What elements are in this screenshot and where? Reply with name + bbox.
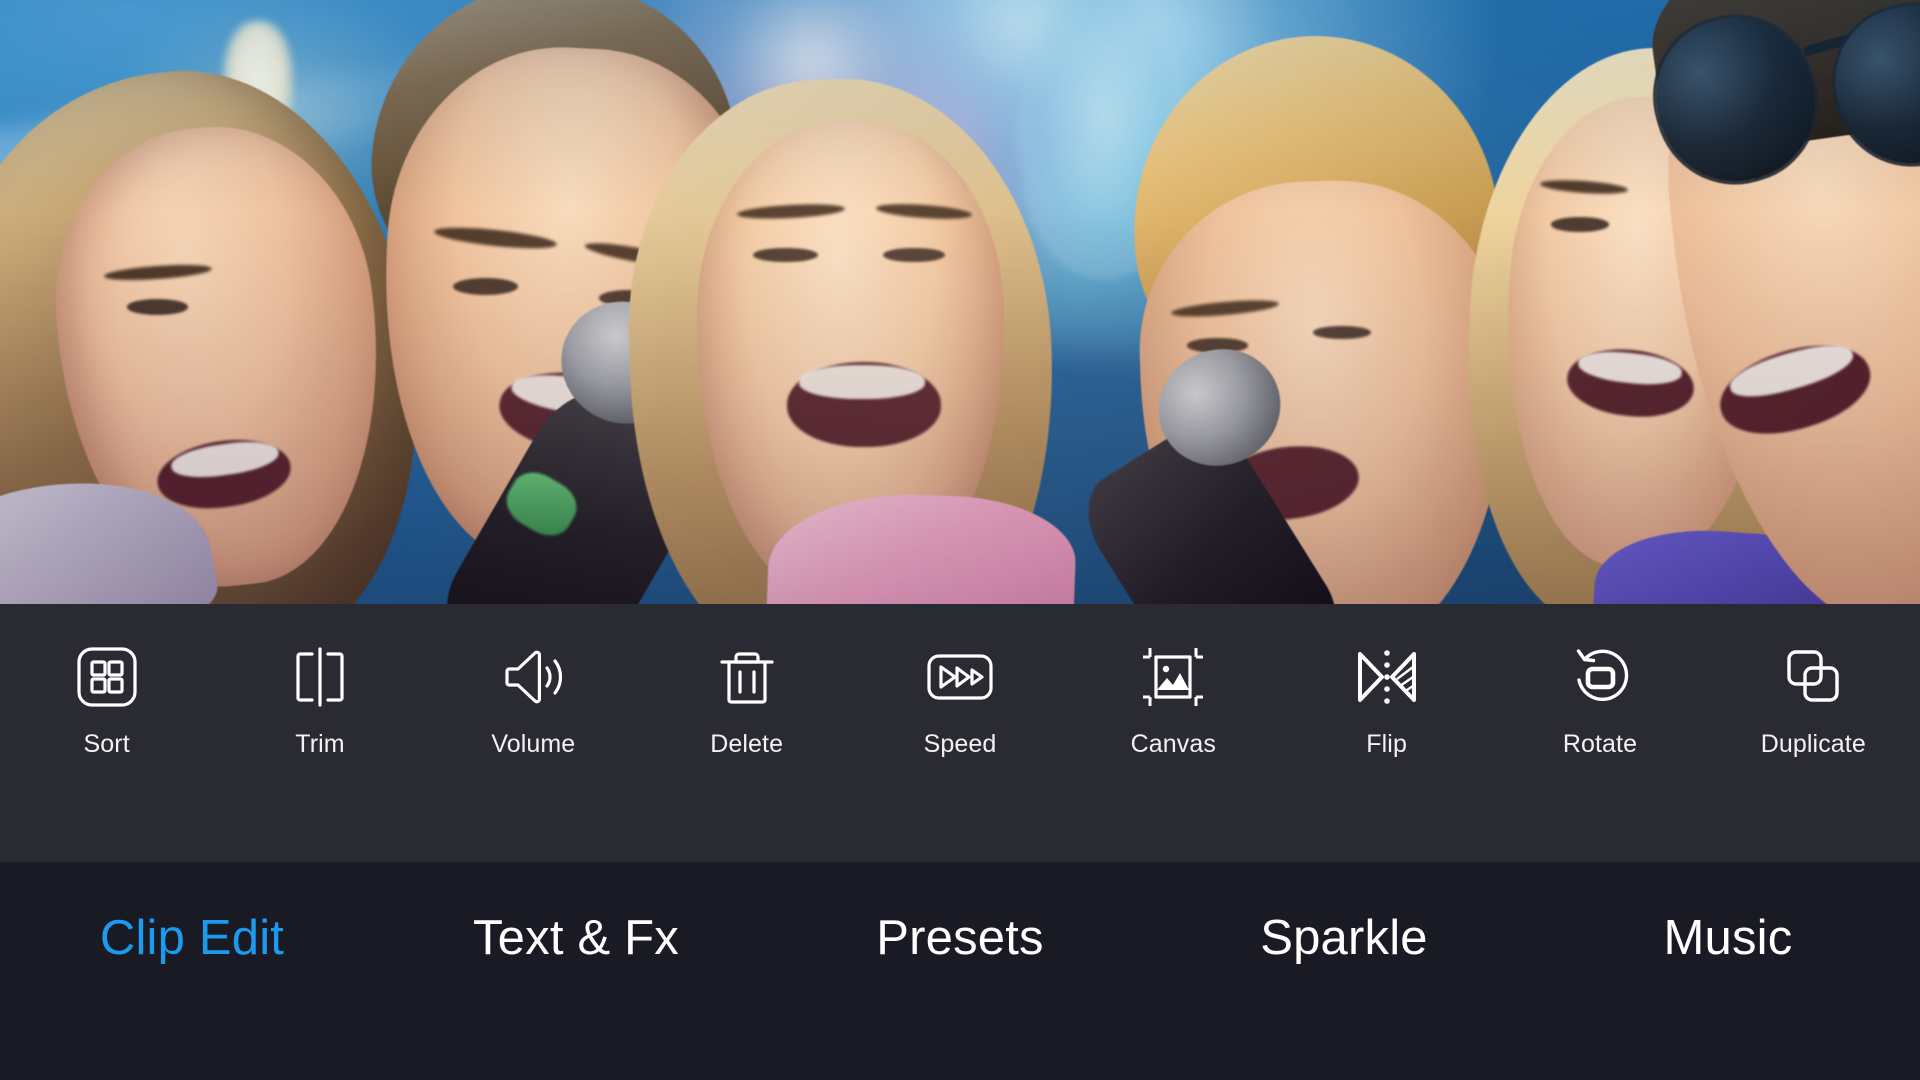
- rotate-ccw-icon: [1563, 640, 1637, 714]
- grid-squares-icon: [70, 640, 144, 714]
- tool-label-duplicate: Duplicate: [1760, 730, 1866, 758]
- tool-label-volume: Volume: [491, 730, 576, 758]
- tool-flip[interactable]: Flip: [1280, 604, 1493, 862]
- tool-rotate[interactable]: Rotate: [1493, 604, 1706, 862]
- person3-eye-left: [752, 247, 818, 263]
- tool-label-trim: Trim: [295, 730, 345, 758]
- tool-speed[interactable]: Speed: [853, 604, 1066, 862]
- tool-duplicate[interactable]: Duplicate: [1707, 604, 1920, 862]
- trash-icon: [710, 640, 784, 714]
- copy-squares-icon: [1776, 640, 1850, 714]
- mirror-flip-icon: [1350, 640, 1424, 714]
- tool-label-canvas: Canvas: [1130, 730, 1216, 758]
- person1-eye: [126, 298, 189, 315]
- tool-trim[interactable]: Trim: [213, 604, 426, 862]
- tool-label-flip: Flip: [1366, 730, 1407, 758]
- trim-brackets-icon: [283, 640, 357, 714]
- tool-label-delete: Delete: [710, 730, 784, 758]
- image-crop-icon: [1136, 640, 1210, 714]
- nav-item-music[interactable]: Music: [1536, 914, 1920, 963]
- person3-eye-right: [883, 247, 945, 263]
- nav-item-text-fx[interactable]: Text & Fx: [384, 914, 768, 963]
- nav-item-clip-edit[interactable]: Clip Edit: [0, 914, 384, 963]
- preview-photo: [0, 0, 1920, 604]
- video-preview[interactable]: [0, 0, 1920, 604]
- person3-teeth: [798, 365, 926, 400]
- tool-volume[interactable]: Volume: [427, 604, 640, 862]
- tool-label-sort: Sort: [83, 730, 130, 758]
- tool-delete[interactable]: Delete: [640, 604, 853, 862]
- bottom-navigation: Clip Edit Text & Fx Presets Sparkle Musi…: [0, 862, 1920, 1080]
- tool-sort[interactable]: Sort: [0, 604, 213, 862]
- fast-forward-icon: [923, 640, 997, 714]
- tool-label-speed: Speed: [923, 730, 997, 758]
- clip-edit-toolbar: Sort Trim Volume Delete Speed Canvas Fli…: [0, 604, 1920, 862]
- speaker-volume-icon: [496, 640, 570, 714]
- person2-eye-left: [453, 277, 519, 295]
- nav-item-presets[interactable]: Presets: [768, 914, 1152, 963]
- person5-eye: [1551, 217, 1609, 232]
- video-editor-app: Sort Trim Volume Delete Speed Canvas Fli…: [0, 0, 1920, 1080]
- tool-canvas[interactable]: Canvas: [1067, 604, 1280, 862]
- tool-label-rotate: Rotate: [1562, 730, 1638, 758]
- nav-item-sparkle[interactable]: Sparkle: [1152, 914, 1536, 963]
